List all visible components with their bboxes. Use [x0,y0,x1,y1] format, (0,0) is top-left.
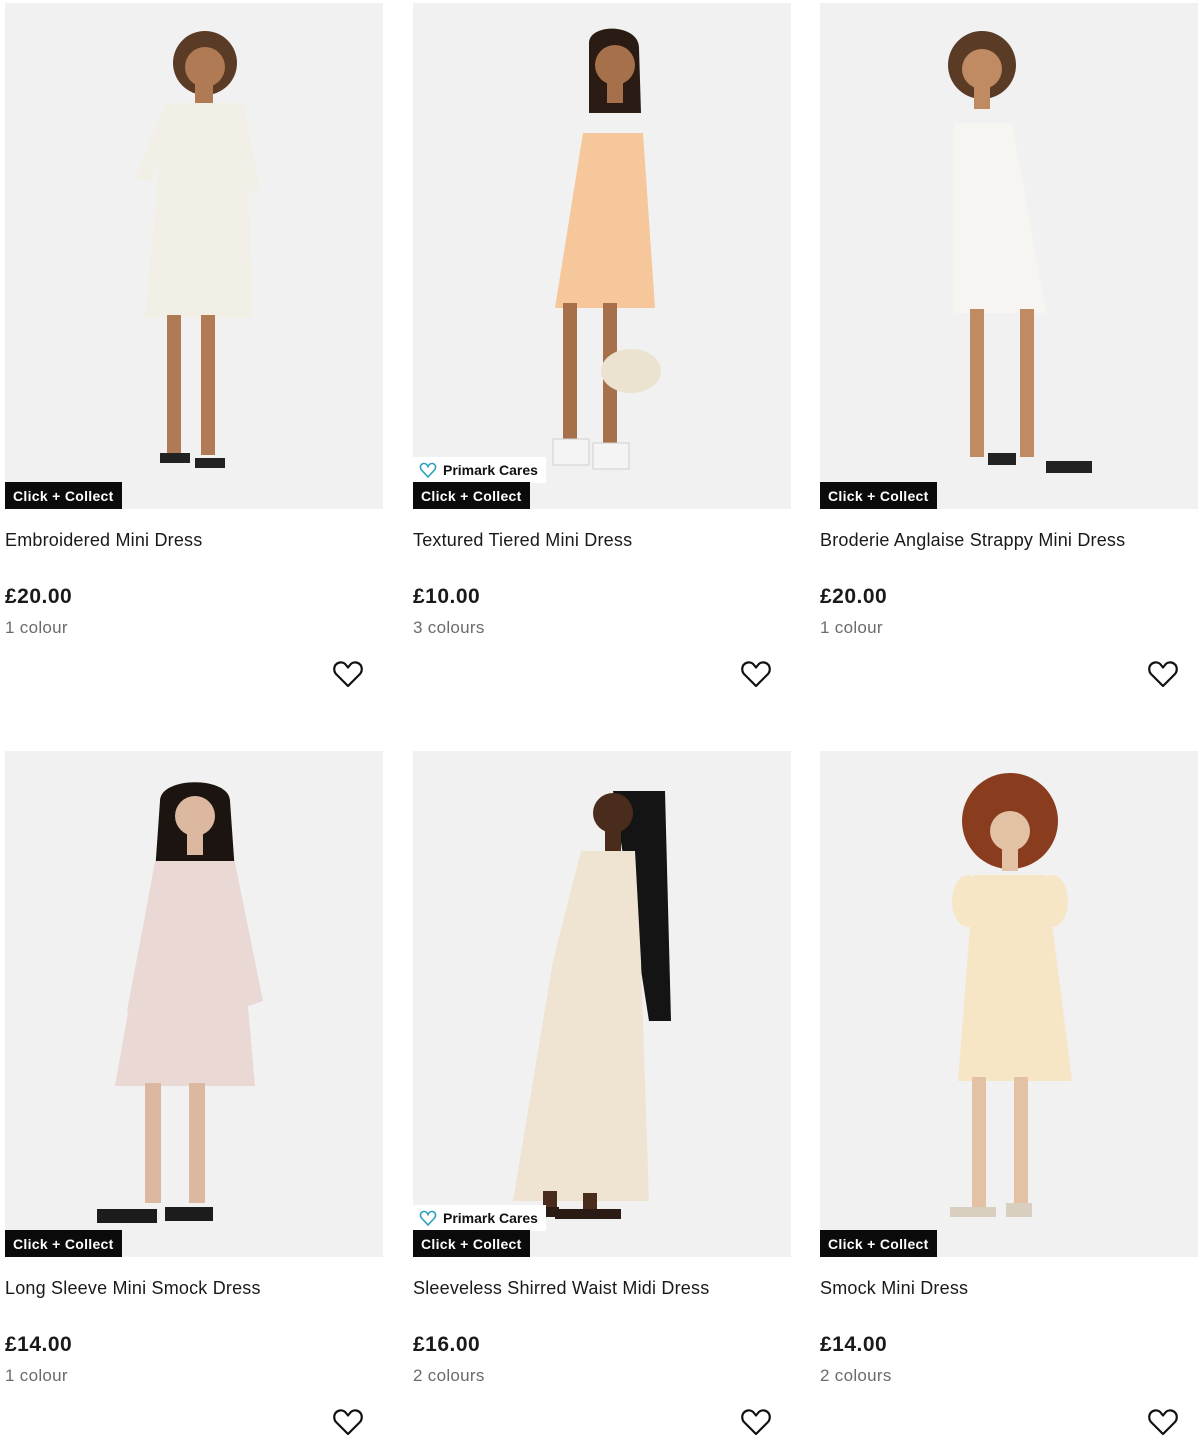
colour-count: 2 colours [413,1366,485,1385]
product-image[interactable]: Click + Collect [5,3,383,509]
click-collect-badge: Click + Collect [820,1230,937,1257]
click-collect-badge: Click + Collect [5,482,122,509]
click-collect-badge: Click + Collect [413,1230,530,1257]
model-photo [552,28,661,470]
heart-outline-icon[interactable] [740,1407,772,1439]
colour-count: 2 colours [820,1366,892,1385]
product-name[interactable]: Long Sleeve Mini Smock Dress [5,1278,261,1299]
model-photo [97,782,263,1223]
product-name[interactable]: Embroidered Mini Dress [5,530,202,551]
model-photo [948,31,1092,473]
product-image[interactable]: Primark Cares Click + Collect [413,751,791,1257]
product-price: £14.00 [5,1333,73,1356]
product-card[interactable]: Click + Collect Broderie Anglaise Strapp… [820,3,1198,703]
product-name[interactable]: Sleeveless Shirred Waist Midi Dress [413,1278,709,1299]
product-image[interactable]: Click + Collect [820,3,1198,509]
colour-count: 1 colour [820,618,883,637]
product-price: £14.00 [820,1333,888,1356]
product-image[interactable]: Primark Cares Click + Collect [413,3,791,509]
cares-label: Primark Cares [443,462,538,478]
click-collect-badge: Click + Collect [5,1230,122,1257]
product-price: £10.00 [413,585,481,608]
colour-count: 3 colours [413,618,485,637]
product-card[interactable]: Click + Collect Embroidered Mini Dress £… [5,3,383,703]
heart-outline-icon[interactable] [332,1407,364,1439]
product-card[interactable]: Click + Collect Smock Mini Dress £14.00 … [820,751,1198,1451]
click-collect-badge: Click + Collect [820,482,937,509]
model-photo [135,31,260,468]
product-price: £20.00 [820,585,888,608]
heart-outline-icon[interactable] [332,659,364,691]
cares-label: Primark Cares [443,1210,538,1226]
product-name[interactable]: Smock Mini Dress [820,1278,968,1299]
heart-outline-icon[interactable] [740,659,772,691]
heart-outline-icon[interactable] [1147,1407,1179,1439]
cares-heart-icon [419,462,437,479]
model-photo [950,773,1072,1217]
model-photo [509,791,671,1219]
cares-heart-icon [419,1210,437,1227]
heart-outline-icon[interactable] [1147,659,1179,691]
product-card[interactable]: Primark Cares Click + Collect Sleeveless… [413,751,791,1451]
primark-cares-badge: Primark Cares [413,1205,546,1231]
product-image[interactable]: Click + Collect [5,751,383,1257]
click-collect-badge: Click + Collect [413,482,530,509]
product-card[interactable]: Click + Collect Long Sleeve Mini Smock D… [5,751,383,1451]
colour-count: 1 colour [5,618,68,637]
product-name[interactable]: Textured Tiered Mini Dress [413,530,632,551]
product-price: £16.00 [413,1333,481,1356]
product-image[interactable]: Click + Collect [820,751,1198,1257]
product-price: £20.00 [5,585,73,608]
primark-cares-badge: Primark Cares [413,457,546,483]
product-grid: Click + Collect Embroidered Mini Dress £… [0,0,1200,1439]
product-card[interactable]: Primark Cares Click + Collect Textured T… [413,3,791,703]
product-name[interactable]: Broderie Anglaise Strappy Mini Dress [820,530,1125,551]
colour-count: 1 colour [5,1366,68,1385]
